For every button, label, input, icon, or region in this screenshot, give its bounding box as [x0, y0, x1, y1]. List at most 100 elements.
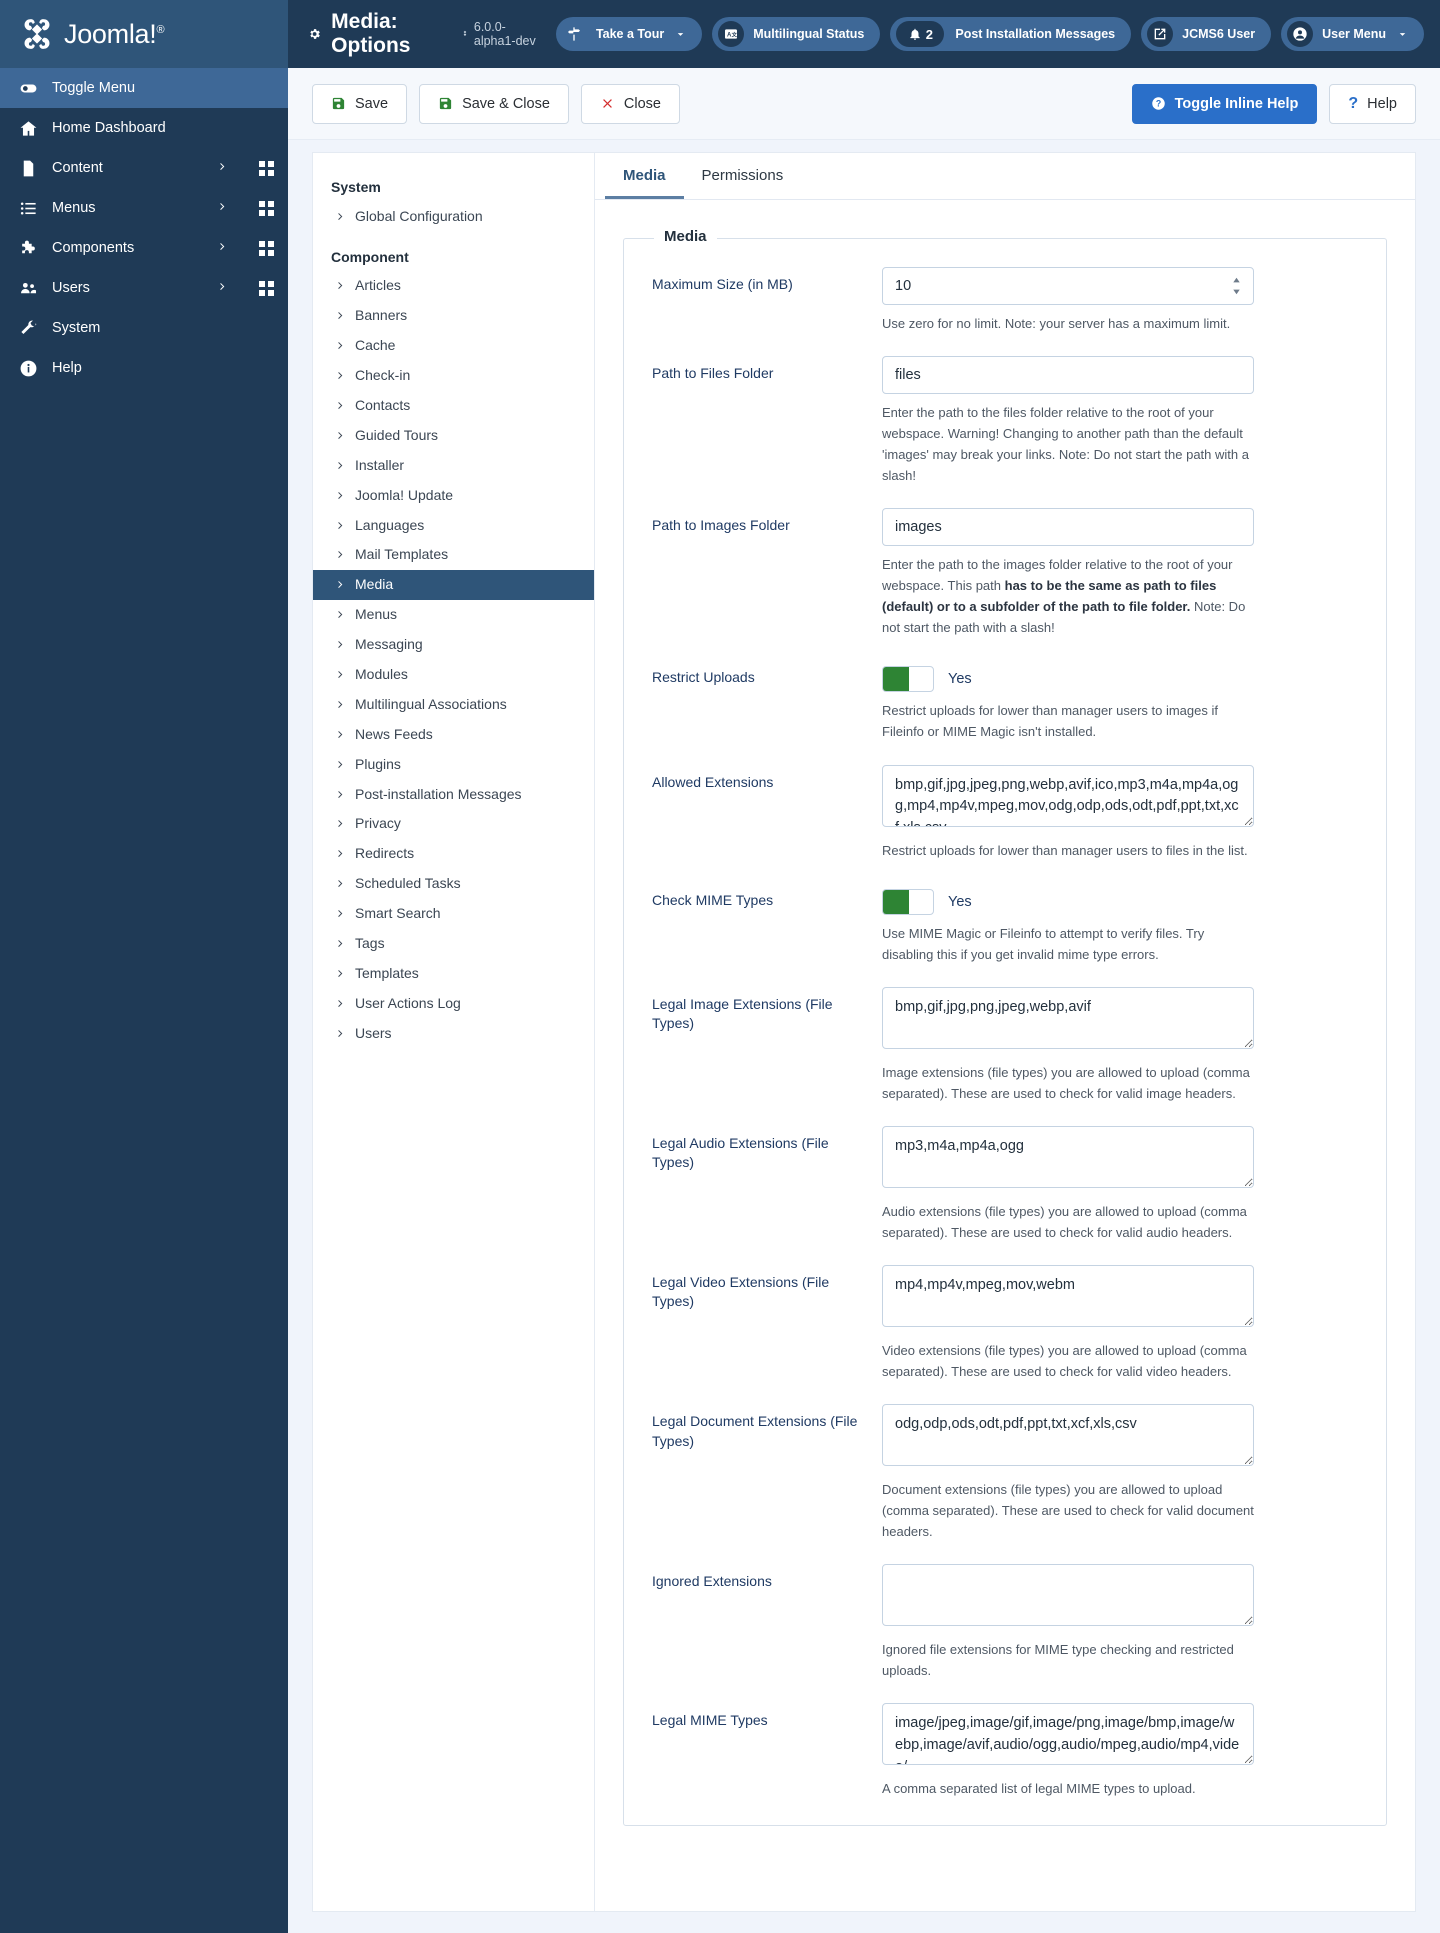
sidebar-item-help[interactable]: Help	[0, 348, 288, 388]
sidebar-item-home-dashboard[interactable]: Home Dashboard	[0, 108, 288, 148]
tree-item-privacy[interactable]: Privacy	[313, 809, 594, 839]
take-a-tour-button[interactable]: Take a Tour	[555, 17, 703, 51]
notification-badge: 2	[896, 21, 945, 47]
translate-icon: A文	[718, 21, 745, 47]
tree-item-banners[interactable]: Banners	[313, 301, 594, 331]
tree-item-articles[interactable]: Articles	[313, 271, 594, 301]
tree-item-check-in[interactable]: Check-in	[313, 361, 594, 391]
tree-item-messaging[interactable]: Messaging	[313, 630, 594, 660]
legal-image-extensions-file-types-textarea[interactable]: bmp,gif,jpg,png,jpeg,webp,avif	[882, 986, 1254, 1049]
tree-item-media[interactable]: Media	[313, 569, 594, 600]
tree-item-cache[interactable]: Cache	[313, 331, 594, 361]
dashboard-grid-icon[interactable]	[259, 280, 274, 296]
number-input-wrapper	[882, 267, 1254, 305]
tree-item-news-feeds[interactable]: News Feeds	[313, 719, 594, 749]
tab-label: Media	[623, 167, 666, 184]
sidebar-item-content[interactable]: Content	[0, 148, 288, 188]
tree-item-label: Multilingual Associations	[355, 695, 507, 712]
save-icon	[332, 97, 345, 110]
top-bar-right: Media: Options 6.0.0-alpha1-dev Take a T…	[288, 0, 1440, 68]
tree-item-users[interactable]: Users	[313, 1018, 594, 1048]
chevron-right-icon[interactable]	[217, 200, 228, 216]
tab-media[interactable]: Media	[605, 153, 684, 199]
tree-item-installer[interactable]: Installer	[313, 450, 594, 480]
tree-item-post-installation-messages[interactable]: Post-installation Messages	[313, 779, 594, 809]
tree-item-languages[interactable]: Languages	[313, 510, 594, 540]
multilingual-status-button[interactable]: A文 Multilingual Status	[712, 17, 881, 51]
user-menu-button[interactable]: User Menu	[1281, 17, 1424, 51]
allowed-extensions-textarea[interactable]: bmp,gif,jpg,jpeg,png,webp,avif,ico,mp3,m…	[882, 764, 1254, 827]
svg-text:?: ?	[1155, 99, 1160, 109]
tree-item-contacts[interactable]: Contacts	[313, 390, 594, 420]
ignored-extensions-textarea[interactable]	[882, 1564, 1254, 1627]
legal-document-extensions-file-types-textarea[interactable]: odg,odp,ods,odt,pdf,ppt,txt,xcf,xls,csv	[882, 1403, 1254, 1466]
legal-mime-types-textarea[interactable]: image/jpeg,image/gif,image/png,image/bmp…	[882, 1703, 1254, 1766]
path-to-files-folder-label: Path to Files Folder	[652, 365, 774, 382]
save-and-close-button[interactable]: Save & Close	[419, 83, 569, 124]
bell-icon	[910, 28, 920, 40]
post-installation-messages-button[interactable]: 2 Post Installation Messages	[890, 17, 1132, 51]
check-mime-types-toggle[interactable]	[882, 888, 934, 915]
chevron-down-icon	[678, 32, 684, 36]
legal-mime-types-label: Legal MIME Types	[652, 1712, 768, 1729]
sidebar-item-users[interactable]: Users	[0, 268, 288, 308]
sidebar-item-label: Users	[52, 280, 90, 296]
legal-audio-extensions-file-types-textarea[interactable]: mp3,m4a,mp4a,ogg	[882, 1125, 1254, 1188]
tree-item-smart-search[interactable]: Smart Search	[313, 899, 594, 929]
close-button[interactable]: Close	[580, 83, 680, 124]
tab-permissions[interactable]: Permissions	[684, 153, 802, 199]
tree-item-guided-tours[interactable]: Guided Tours	[313, 420, 594, 450]
sidebar-item-components[interactable]: Components	[0, 228, 288, 268]
path-to-files-folder-help: Enter the path to the files folder relat…	[882, 405, 1249, 484]
tree-item-menus[interactable]: Menus	[313, 600, 594, 630]
tree-item-plugins[interactable]: Plugins	[313, 749, 594, 779]
help-button[interactable]: ? Help	[1329, 83, 1416, 124]
brand-name: Joomla!®	[64, 18, 165, 49]
chevron-right-icon[interactable]	[217, 160, 228, 176]
tree-item-modules[interactable]: Modules	[313, 659, 594, 689]
close-icon	[603, 99, 612, 108]
config-tree-panel: System Global Configuration Component Artic…	[312, 152, 594, 1912]
tree-item-global-configuration[interactable]: Global Configuration	[313, 201, 594, 231]
dashboard-grid-icon[interactable]	[259, 200, 274, 216]
joomla-mark-icon	[463, 30, 467, 36]
tree-item-user-actions-log[interactable]: User Actions Log	[313, 988, 594, 1018]
legal-video-extensions-file-types-textarea[interactable]: mp4,mp4v,mpeg,mov,webm	[882, 1264, 1254, 1327]
tree-item-joomla-update[interactable]: Joomla! Update	[313, 480, 594, 510]
maximum-size-in-mb-input[interactable]	[882, 267, 1254, 305]
take-a-tour-label: Take a Tour	[595, 27, 665, 41]
restrict-uploads-toggle[interactable]	[882, 666, 934, 693]
tree-item-multilingual-associations[interactable]: Multilingual Associations	[313, 689, 594, 719]
form-row: Legal MIME Types image/jpeg,image/gif,ima…	[652, 1681, 1358, 1799]
chevron-right-icon[interactable]	[217, 280, 228, 296]
tree-item-tags[interactable]: Tags	[313, 928, 594, 958]
path-to-files-folder-input[interactable]	[882, 356, 1254, 395]
sidebar-item-menus[interactable]: Menus	[0, 188, 288, 228]
save-button[interactable]: Save	[312, 83, 408, 124]
sidebar-item-system[interactable]: System	[0, 308, 288, 348]
chevron-right-icon[interactable]	[217, 240, 228, 256]
path-to-images-folder-input[interactable]	[882, 508, 1254, 547]
form-row: Legal Document Extensions (File Types) od…	[652, 1382, 1358, 1542]
tree-item-templates[interactable]: Templates	[313, 958, 594, 988]
form-row: Allowed Extensions bmp,gif,jpg,jpeg,png,w…	[652, 743, 1358, 861]
legal-image-extensions-file-types-help: Image extensions (file types) you are al…	[882, 1064, 1250, 1101]
home-icon	[18, 119, 39, 138]
info-icon	[18, 359, 39, 378]
allowed-extensions-label: Allowed Extensions	[652, 773, 774, 790]
dashboard-grid-icon[interactable]	[259, 160, 274, 176]
toggle-inline-help-button[interactable]: ? Toggle Inline Help	[1131, 83, 1318, 124]
dashboard-grid-icon[interactable]	[259, 240, 274, 256]
tree-item-redirects[interactable]: Redirects	[313, 839, 594, 869]
brand-logo-area[interactable]: Joomla!®	[0, 0, 288, 68]
tree-item-mail-templates[interactable]: Mail Templates	[313, 540, 594, 570]
legal-video-extensions-file-types-field: mp4,mp4v,mpeg,mov,webm Video extensions (…	[882, 1264, 1254, 1382]
tree-heading-component: Component	[331, 248, 409, 265]
document-icon	[18, 159, 39, 178]
tree-item-scheduled-tasks[interactable]: Scheduled Tasks	[313, 869, 594, 899]
sidebar-item-toggle-menu[interactable]: Toggle Menu	[0, 68, 288, 108]
tree-item-label: Users	[355, 1024, 392, 1041]
site-link-button[interactable]: JCMS6 User	[1141, 17, 1272, 51]
sidebar-item-label: Toggle Menu	[52, 80, 136, 96]
options-form-panel: Media Permissions Media Maximum Size (in …	[594, 152, 1416, 1912]
